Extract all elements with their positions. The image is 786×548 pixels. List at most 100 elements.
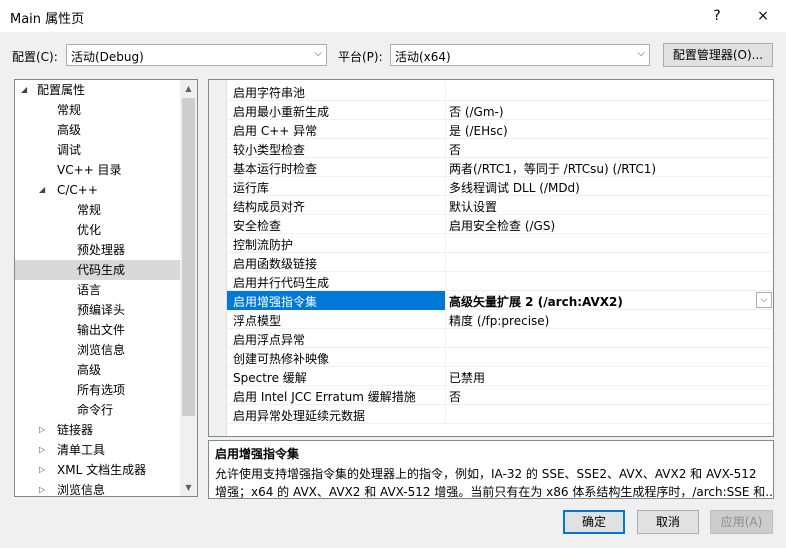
chevron-down-icon: ⌵ xyxy=(314,48,322,59)
ok-button[interactable]: 确定 xyxy=(563,510,625,534)
scroll-up-icon[interactable]: ▲ xyxy=(180,80,197,97)
tree-item[interactable]: 输出文件 xyxy=(15,320,180,340)
tree-item[interactable]: ◢ C/C++ xyxy=(15,180,180,200)
apply-button[interactable]: 应用(A) xyxy=(710,510,773,534)
property-row[interactable]: Spectre 缓解 已禁用 xyxy=(227,367,773,386)
property-value[interactable]: 否 xyxy=(449,388,461,405)
column-divider xyxy=(445,101,446,120)
expand-icon[interactable]: ▷ xyxy=(39,460,45,480)
tree-item-label: 代码生成 xyxy=(77,263,126,277)
collapse-icon[interactable]: ◢ xyxy=(39,180,45,200)
column-divider xyxy=(445,386,446,405)
property-name: 结构成员对齐 xyxy=(233,200,306,214)
tree-item-label: 预编译头 xyxy=(77,303,126,317)
tree-item[interactable]: 语言 xyxy=(15,280,180,300)
property-row[interactable]: 启用并行代码生成 xyxy=(227,272,773,291)
window-title: Main 属性页 xyxy=(10,12,85,27)
property-row[interactable]: 启用增强指令集 高级矢量扩展 2 (/arch:AVX2) ⌵ xyxy=(227,291,773,310)
tree-item[interactable]: ◢ 配置属性 xyxy=(15,80,180,100)
expand-icon[interactable]: ▷ xyxy=(39,420,45,440)
property-name: 启用浮点异常 xyxy=(233,333,306,347)
property-row[interactable]: 结构成员对齐 默认设置 xyxy=(227,196,773,215)
cancel-button[interactable]: 取消 xyxy=(637,510,699,534)
property-value[interactable]: 精度 (/fp:precise) xyxy=(449,312,549,329)
property-row[interactable]: 启用浮点异常 xyxy=(227,329,773,348)
tree-item[interactable]: 高级 xyxy=(15,120,180,140)
config-dropdown[interactable]: 活动(Debug) ⌵ xyxy=(66,44,327,66)
property-row[interactable]: 启用字符串池 xyxy=(227,82,773,101)
help-button[interactable]: ? xyxy=(694,0,740,32)
config-value: 活动(Debug) xyxy=(71,50,144,64)
property-row[interactable]: 启用 C++ 异常 是 (/EHsc) xyxy=(227,120,773,139)
property-row[interactable]: 运行库 多线程调试 DLL (/MDd) xyxy=(227,177,773,196)
tree-item[interactable]: ▷ 清单工具 xyxy=(15,440,180,460)
chevron-down-icon: ⌵ xyxy=(637,48,645,59)
property-name: 较小类型检查 xyxy=(233,143,306,157)
tree-item[interactable]: 代码生成 xyxy=(15,260,180,280)
property-row[interactable]: 基本运行时检查 两者(/RTC1，等同于 /RTCsu) (/RTC1) xyxy=(227,158,773,177)
tree-item[interactable]: 常规 xyxy=(15,200,180,220)
property-row[interactable]: 启用异常处理延续元数据 xyxy=(227,405,773,424)
tree-item-label: 浏览信息 xyxy=(57,483,106,497)
expand-icon[interactable]: ▷ xyxy=(39,480,45,496)
property-row[interactable]: 较小类型检查 否 xyxy=(227,139,773,158)
tree-item-label: 配置属性 xyxy=(37,83,86,97)
property-name: 浮点模型 xyxy=(233,314,282,328)
config-label: 配置(C): xyxy=(12,50,58,64)
platform-value: 活动(x64) xyxy=(395,50,451,64)
column-divider xyxy=(445,158,446,177)
config-manager-button[interactable]: 配置管理器(O)... xyxy=(663,43,773,67)
property-value[interactable]: 是 (/EHsc) xyxy=(449,122,508,139)
tree-item[interactable]: 优化 xyxy=(15,220,180,240)
tree-scrollbar[interactable]: ▲ ▼ xyxy=(180,80,197,496)
chevron-down-icon[interactable]: ⌵ xyxy=(756,292,772,308)
property-value[interactable]: 高级矢量扩展 2 (/arch:AVX2) xyxy=(449,293,623,310)
property-row[interactable]: 启用最小重新生成 否 (/Gm-) xyxy=(227,101,773,120)
property-tree[interactable]: ▲ ▼ ◢ 配置属性 常规 高级 调试 VC++ 目录 ◢ C/C++ 常规 优化 预处理器 代码生成… xyxy=(14,79,198,497)
platform-label: 平台(P): xyxy=(338,50,383,64)
tree-item[interactable]: 预处理器 xyxy=(15,240,180,260)
property-row[interactable]: 创建可热修补映像 xyxy=(227,348,773,367)
tree-item[interactable]: ▷ XML 文档生成器 xyxy=(15,460,180,480)
collapse-icon[interactable]: ◢ xyxy=(21,80,27,100)
scroll-down-icon[interactable]: ▼ xyxy=(180,479,197,496)
expand-icon[interactable]: ▷ xyxy=(39,440,45,460)
property-row[interactable]: 启用 Intel JCC Erratum 缓解措施 否 xyxy=(227,386,773,405)
column-divider xyxy=(445,272,446,291)
property-value[interactable]: 启用安全检查 (/GS) xyxy=(449,217,555,234)
column-divider xyxy=(445,291,446,310)
property-value[interactable]: 否 xyxy=(449,141,461,158)
property-name: 创建可热修补映像 xyxy=(233,352,330,366)
tree-item-label: 高级 xyxy=(77,363,102,377)
tree-item[interactable]: 命令行 xyxy=(15,400,180,420)
property-row[interactable]: 启用函数级链接 xyxy=(227,253,773,272)
property-value[interactable]: 两者(/RTC1，等同于 /RTCsu) (/RTC1) xyxy=(449,160,656,177)
tree-item[interactable]: 所有选项 xyxy=(15,380,180,400)
property-value[interactable]: 否 (/Gm-) xyxy=(449,103,504,120)
tree-item[interactable]: 常规 xyxy=(15,100,180,120)
close-button[interactable]: × xyxy=(740,0,786,32)
property-value[interactable]: 默认设置 xyxy=(449,198,497,215)
property-value[interactable]: 已禁用 xyxy=(449,369,485,386)
platform-dropdown[interactable]: 活动(x64) ⌵ xyxy=(390,44,650,66)
property-name: 控制流防护 xyxy=(233,238,294,252)
tree-item[interactable]: 高级 xyxy=(15,360,180,380)
property-grid[interactable]: 启用字符串池 启用最小重新生成 否 (/Gm-) 启用 C++ 异常 是 (/EHsc)… xyxy=(208,79,774,437)
scroll-thumb[interactable] xyxy=(182,98,195,416)
property-row[interactable]: 控制流防护 xyxy=(227,234,773,253)
tree-item[interactable]: ▷ 浏览信息 xyxy=(15,480,180,497)
tree-item-label: 所有选项 xyxy=(77,383,126,397)
tree-item[interactable]: ▷ 链接器 xyxy=(15,420,180,440)
property-value[interactable]: 多线程调试 DLL (/MDd) xyxy=(449,179,580,196)
property-name: 运行库 xyxy=(233,181,270,195)
property-row[interactable]: 安全检查 启用安全检查 (/GS) xyxy=(227,215,773,234)
tree-item-label: 输出文件 xyxy=(77,323,126,337)
column-divider xyxy=(445,139,446,158)
tree-item[interactable]: 浏览信息 xyxy=(15,340,180,360)
tree-item[interactable]: 预编译头 xyxy=(15,300,180,320)
tree-item[interactable]: 调试 xyxy=(15,140,180,160)
property-row[interactable]: 浮点模型 精度 (/fp:precise) xyxy=(227,310,773,329)
tree-item[interactable]: VC++ 目录 xyxy=(15,160,180,180)
tree-item-label: 语言 xyxy=(77,283,102,297)
description-title: 启用增强指令集 xyxy=(215,447,300,461)
